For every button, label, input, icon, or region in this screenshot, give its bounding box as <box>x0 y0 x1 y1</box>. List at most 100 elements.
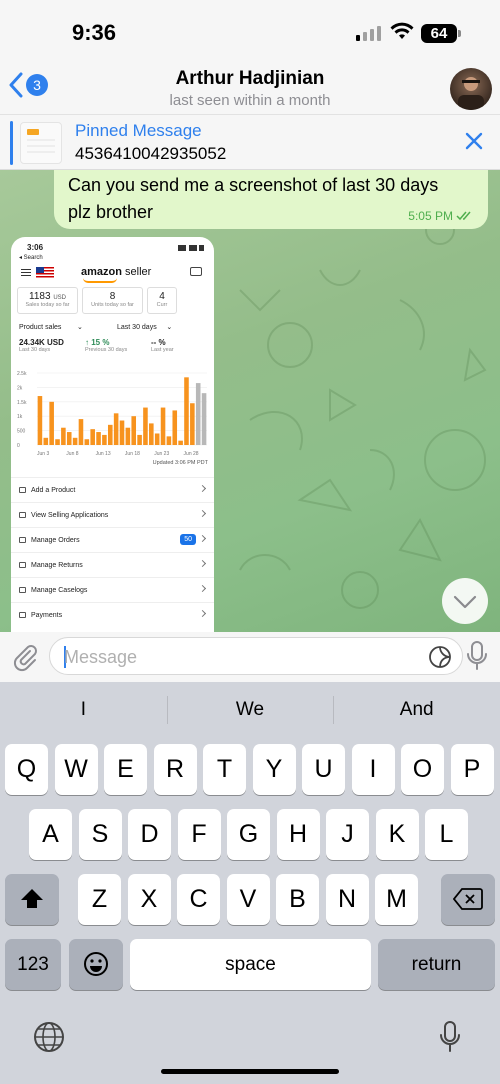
dictation-button[interactable] <box>438 1020 462 1059</box>
return-key[interactable]: return <box>378 939 495 990</box>
key-s[interactable]: S <box>78 809 122 860</box>
emoji-key[interactable] <box>69 939 123 990</box>
key-n[interactable]: N <box>325 874 369 925</box>
key-k[interactable]: K <box>375 809 419 860</box>
kpi-label: Curr <box>156 302 168 308</box>
kpi-unit: USD <box>53 295 66 301</box>
key-m[interactable]: M <box>375 874 418 925</box>
key-o[interactable]: O <box>401 744 444 795</box>
contact-name[interactable]: Arthur Hadjinian <box>0 68 500 90</box>
sticker-icon <box>429 646 451 668</box>
amazon-seller-logo: amazon seller <box>81 266 152 283</box>
chart-bar <box>43 437 49 445</box>
chat-area[interactable]: Can you send me a screenshot of last 30 … <box>0 170 500 632</box>
key-r[interactable]: R <box>153 744 197 795</box>
chart-bar <box>137 434 142 445</box>
shot-status-icons <box>178 245 204 251</box>
kpi-label: Sales today so far <box>25 302 70 308</box>
period-label: Last 30 days <box>117 324 157 331</box>
key-h[interactable]: H <box>276 809 320 860</box>
shift-key[interactable] <box>5 874 59 925</box>
key-d[interactable]: D <box>128 809 171 860</box>
sales-bar-chart: 2.5k 2k 1.5k 1k 500 0 Jun 3 Jun 8 Jun 13 Jun 18 Ju… <box>17 371 207 457</box>
tag-icon <box>19 487 26 493</box>
updated-time: Updated 3:06 PM PDT <box>152 460 208 466</box>
chevron-down-icon <box>453 595 477 609</box>
caselog-icon <box>19 587 26 593</box>
emoji-icon <box>84 952 108 976</box>
chart-bar <box>131 416 137 445</box>
key-j[interactable]: J <box>326 809 369 860</box>
pinned-indicator <box>10 121 13 165</box>
key-t[interactable]: T <box>203 744 246 795</box>
logo-suffix: seller <box>125 266 152 278</box>
metric-value: 24.34K USD <box>19 338 64 347</box>
message-input[interactable] <box>64 647 404 668</box>
hamburger-icon <box>21 269 31 276</box>
kpi-label: Units today so far <box>91 302 134 308</box>
key-e[interactable]: E <box>104 744 147 795</box>
y-tick-label: 2.5k <box>17 371 27 377</box>
chart-bar <box>90 429 95 445</box>
close-icon[interactable] <box>464 131 484 156</box>
avatar[interactable] <box>450 68 492 110</box>
chart-bar <box>160 407 166 445</box>
menu-item: Payments <box>11 602 214 627</box>
key-f[interactable]: F <box>177 809 221 860</box>
chart-bar <box>55 439 60 445</box>
chart-bar <box>119 420 125 445</box>
double-check-icon <box>456 211 471 221</box>
metric: 24.34K USD Last 30 days <box>19 338 64 353</box>
key-a[interactable]: A <box>29 809 72 860</box>
key-v[interactable]: V <box>226 874 270 925</box>
chart-bar <box>172 410 178 445</box>
key-g[interactable]: G <box>227 809 270 860</box>
key-b[interactable]: B <box>276 874 319 925</box>
pinned-message-bar[interactable]: Pinned Message 4536410042935052 <box>0 114 500 170</box>
message-text-line1: Can you send me a screenshot of last 30 … <box>68 175 439 195</box>
prediction-2[interactable]: We <box>166 682 334 738</box>
wifi-icon <box>390 22 414 45</box>
keyboard: I We And 123 space return QWERTYUIOPASDF… <box>0 682 500 1084</box>
chart-bar <box>143 407 148 445</box>
key-l[interactable]: L <box>425 809 468 860</box>
globe-button[interactable] <box>32 1020 66 1059</box>
scroll-down-button[interactable] <box>442 578 488 624</box>
paperclip-icon <box>13 645 37 672</box>
chart-bar <box>37 396 43 445</box>
backspace-key[interactable] <box>441 874 495 925</box>
sticker-button[interactable] <box>428 645 452 674</box>
key-i[interactable]: I <box>351 744 395 795</box>
key-z[interactable]: Z <box>78 874 121 925</box>
chat-header: 3 Arthur Hadjinian last seen within a mo… <box>0 62 500 114</box>
outgoing-message[interactable]: Can you send me a screenshot of last 30 … <box>54 170 488 229</box>
metric-label: Last year <box>151 347 174 353</box>
key-c[interactable]: C <box>177 874 220 925</box>
attach-button[interactable] <box>10 642 40 677</box>
key-p[interactable]: P <box>450 744 494 795</box>
key-y[interactable]: Y <box>252 744 296 795</box>
space-key[interactable]: space <box>130 939 371 990</box>
chart-bar <box>84 439 90 445</box>
screenshot-image[interactable]: 3:06 ◂ Search amazon seller 1183 USD Sale… <box>11 237 214 632</box>
numbers-key[interactable]: 123 <box>5 939 61 990</box>
x-tick-label: Jun 8 <box>66 451 78 457</box>
prediction-1[interactable]: I <box>0 682 167 738</box>
y-tick-label: 0 <box>17 443 20 449</box>
x-tick-label: Jun 3 <box>37 451 49 457</box>
key-x[interactable]: X <box>127 874 171 925</box>
kpi-value: 4 <box>159 291 165 302</box>
message-input-wrapper[interactable] <box>49 637 463 675</box>
y-tick-label: 500 <box>17 429 26 435</box>
prediction-3[interactable]: And <box>333 682 500 738</box>
chart-bar <box>166 436 172 445</box>
key-w[interactable]: W <box>54 744 98 795</box>
chart-bar <box>96 432 101 445</box>
seller-menu: Add a Product View Selling Applications … <box>11 477 214 627</box>
predictive-bar: I We And <box>0 682 500 738</box>
key-q[interactable]: Q <box>5 744 48 795</box>
voice-record-button[interactable] <box>466 640 488 677</box>
key-u[interactable]: U <box>302 744 345 795</box>
chart-bar <box>178 440 183 445</box>
metric-value: ↑ 15 % <box>85 338 110 347</box>
